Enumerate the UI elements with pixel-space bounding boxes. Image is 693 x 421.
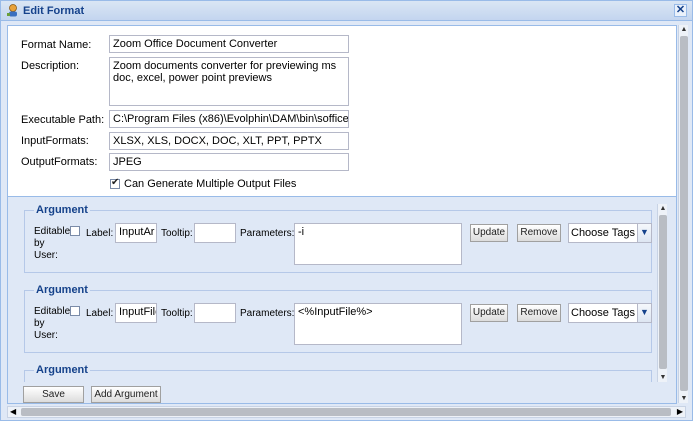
add-argument-button[interactable]: Add Argument — [91, 386, 161, 403]
scroll-down-icon[interactable]: ▼ — [679, 394, 689, 403]
save-button[interactable]: Save — [23, 386, 84, 403]
arguments-panel: Argument Editable by User: Label: InputA… — [8, 196, 676, 403]
scroll-left-icon[interactable]: ◀ — [10, 407, 16, 417]
tooltip-label: Tooltip: — [161, 308, 193, 319]
arguments-scrollbar[interactable]: ▲ ▼ — [657, 204, 667, 382]
multiple-output-label: Can Generate Multiple Output Files — [124, 178, 297, 190]
title-bar[interactable]: Edit Format ✕ — [1, 1, 692, 21]
choose-tags-value: Choose Tags — [571, 307, 636, 319]
scroll-thumb[interactable] — [21, 408, 671, 416]
tooltip-label: Tooltip: — [161, 228, 193, 239]
chevron-down-icon[interactable]: ▼ — [637, 224, 651, 242]
format-details-section: Format Name: Zoom Office Document Conver… — [8, 26, 676, 196]
scroll-down-icon[interactable]: ▼ — [658, 373, 668, 382]
label-label: Label: — [86, 228, 114, 239]
app-icon — [7, 4, 17, 17]
editable-label: Editable by User: — [34, 306, 71, 341]
update-button[interactable]: Update — [470, 224, 508, 242]
edit-format-window: Edit Format ✕ Format Name: Zoom Office D… — [0, 0, 693, 421]
description-textarea[interactable]: Zoom documents converter for previewing … — [109, 57, 349, 106]
label-input[interactable]: InputFile — [115, 303, 157, 323]
dialog-horizontal-scrollbar[interactable]: ◀ ▶ — [7, 406, 686, 418]
label-label: Label: — [86, 308, 114, 319]
input-formats-label: InputFormats: — [21, 135, 89, 147]
close-icon[interactable]: ✕ — [674, 4, 687, 17]
executable-path-label: Executable Path: — [21, 114, 105, 126]
label-input[interactable]: InputAr — [115, 223, 157, 243]
input-formats-input[interactable]: XLSX, XLS, DOCX, DOC, XLT, PPT, PPTX — [109, 132, 349, 150]
parameters-textarea[interactable]: <%InputFile%> — [294, 303, 462, 345]
editable-checkbox[interactable] — [70, 226, 80, 236]
scroll-up-icon[interactable]: ▲ — [658, 204, 668, 213]
chevron-down-icon[interactable]: ▼ — [637, 304, 651, 322]
description-label: Description: — [21, 60, 80, 72]
executable-path-input[interactable]: C:\Program Files (x86)\Evolphin\DAM\bin\… — [109, 110, 349, 128]
scroll-thumb[interactable] — [680, 36, 688, 391]
update-button[interactable]: Update — [470, 304, 508, 322]
scroll-up-icon[interactable]: ▲ — [679, 25, 689, 34]
format-name-label: Format Name: — [21, 39, 92, 51]
format-name-input[interactable]: Zoom Office Document Converter — [109, 35, 349, 53]
window-title: Edit Format — [23, 5, 85, 17]
parameters-label: Parameters: — [240, 308, 295, 319]
output-formats-label: OutputFormats: — [21, 156, 98, 168]
choose-tags-select[interactable]: Choose Tags ▼ — [568, 223, 652, 243]
scroll-thumb[interactable] — [659, 215, 667, 369]
parameters-textarea[interactable]: -i — [294, 223, 462, 265]
editable-checkbox[interactable] — [70, 306, 80, 316]
remove-button[interactable]: Remove — [517, 304, 561, 322]
dialog-body: Format Name: Zoom Office Document Conver… — [7, 25, 677, 404]
choose-tags-select[interactable]: Choose Tags ▼ — [568, 303, 652, 323]
tooltip-input[interactable] — [194, 303, 236, 323]
scroll-right-icon[interactable]: ▶ — [677, 407, 683, 417]
multiple-output-checkbox[interactable] — [110, 177, 120, 189]
argument-fieldset — [24, 370, 652, 382]
remove-button[interactable]: Remove — [517, 224, 561, 242]
output-formats-input[interactable]: JPEG — [109, 153, 349, 171]
parameters-label: Parameters: — [240, 228, 295, 239]
tooltip-input[interactable] — [194, 223, 236, 243]
editable-label: Editable by User: — [34, 226, 71, 261]
dialog-vertical-scrollbar[interactable]: ▲ ▼ — [678, 25, 688, 403]
choose-tags-value: Choose Tags — [571, 227, 636, 239]
